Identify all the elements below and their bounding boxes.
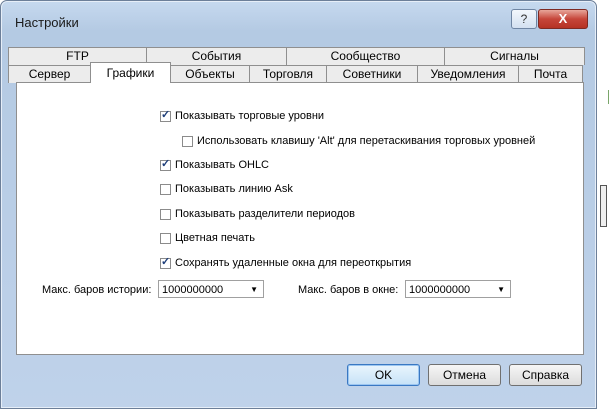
ok-button[interactable]: OK [347,364,420,386]
checkbox-checked-icon[interactable] [160,108,171,122]
tab-charts[interactable]: Графики [90,62,171,83]
tab-community[interactable]: Сообщество [286,47,445,65]
max-bars-history-label: Макс. баров истории: [42,284,152,296]
help-button[interactable]: Справка [509,364,582,386]
max-bars-history-value: 1000000000 [162,284,224,296]
close-button[interactable]: X [538,9,588,29]
dropdown-arrow-icon[interactable]: ▼ [497,281,505,299]
option-label: Использовать клавишу 'Alt' для перетаски… [197,135,536,147]
option-show-ask-line[interactable]: Показывать линию Ask [160,181,293,197]
option-label: Сохранять удаленные окна для переоткрыти… [175,257,412,269]
option-color-print[interactable]: Цветная печать [160,230,255,246]
max-bars-window-select[interactable]: 1000000000 ▼ [405,280,511,298]
option-label: Показывать торговые уровни [175,110,325,122]
checkbox-unchecked-icon[interactable] [160,232,171,244]
option-label: Показывать OHLC [175,159,270,171]
tab-server[interactable]: Сервер [8,65,91,83]
tab-trade[interactable]: Торговля [249,65,327,83]
max-bars-window-label: Макс. баров в окне: [298,284,399,296]
tab-notifications[interactable]: Уведомления [417,65,519,83]
option-alt-drag-levels[interactable]: Использовать клавишу 'Alt' для перетаски… [182,133,535,149]
tab-experts[interactable]: Советники [326,65,418,83]
option-label: Показывать линию Ask [175,183,293,195]
tab-signals[interactable]: Сигналы [444,47,585,65]
tab-email[interactable]: Почта [518,65,583,83]
max-bars-window-value: 1000000000 [409,284,471,296]
dropdown-arrow-icon[interactable]: ▼ [250,281,258,299]
background-app-edge-right [604,90,609,104]
help-title-button[interactable]: ? [511,9,537,29]
checkbox-unchecked-icon[interactable] [160,183,171,195]
checkbox-checked-icon[interactable] [160,255,171,269]
cancel-button[interactable]: Отмена [428,364,501,386]
option-label: Показывать разделители периодов [175,208,355,220]
option-label: Цветная печать [175,232,255,244]
option-save-deleted-windows[interactable]: Сохранять удаленные окна для переоткрыти… [160,255,411,271]
checkbox-unchecked-icon[interactable] [160,208,171,220]
option-show-ohlc[interactable]: Показывать OHLC [160,157,269,173]
option-show-trade-levels[interactable]: Показывать торговые уровни [160,108,324,124]
max-bars-history-select[interactable]: 1000000000 ▼ [158,280,264,298]
dialog-title: Настройки [15,15,79,30]
tab-objects[interactable]: Объекты [170,65,250,83]
option-period-separators[interactable]: Показывать разделители периодов [160,206,355,222]
checkbox-unchecked-icon[interactable] [182,135,193,147]
checkbox-checked-icon[interactable] [160,157,171,171]
background-app-scrollbar [600,185,607,227]
